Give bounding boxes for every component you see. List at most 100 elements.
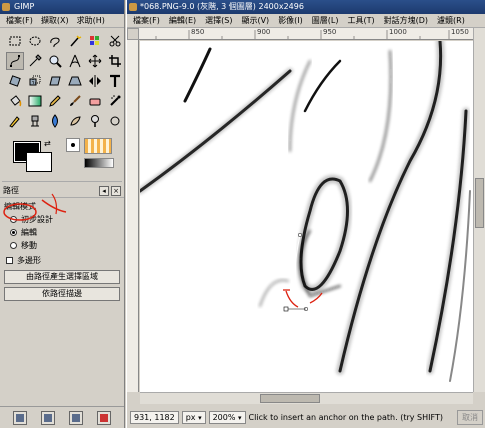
ruler-ticks — [155, 30, 450, 39]
crop-icon[interactable] — [106, 52, 124, 70]
menu-view[interactable]: 顯示(V) — [237, 14, 273, 27]
zoom-icon[interactable] — [46, 52, 64, 70]
smudge-icon[interactable] — [66, 112, 84, 130]
blend-icon[interactable] — [26, 92, 44, 110]
radio-off[interactable] — [10, 242, 17, 249]
status-bar: 931, 1182 px ▾ 200% ▾ Click to insert an… — [127, 406, 485, 428]
delete-options-icon[interactable] — [69, 410, 83, 425]
vertical-scrollbar[interactable] — [473, 28, 485, 392]
dock-bottom-bar — [0, 406, 124, 428]
color-select-icon[interactable] — [86, 32, 104, 50]
dock-menu-icon[interactable]: ◂ — [99, 185, 109, 196]
horizontal-scrollbar[interactable] — [140, 392, 473, 404]
radio-on[interactable] — [10, 229, 17, 236]
menu-acquire[interactable]: 擷取(X) — [38, 14, 72, 27]
paths-dock-header: 路徑 ◂ × — [0, 184, 124, 198]
menu-filters[interactable]: 濾鏡(R) — [433, 14, 469, 27]
background-color[interactable] — [26, 152, 52, 172]
image-title: *068.PNG-9.0 (灰階, 3 個圖層) 2400x2496 — [140, 2, 304, 11]
divider — [2, 178, 122, 182]
stroke-path-button[interactable]: 依路徑描邊 — [4, 287, 120, 301]
cancel-button[interactable]: 取消 — [457, 409, 483, 425]
color-area: ⇄ — [4, 136, 120, 178]
save-options-icon[interactable] — [13, 410, 27, 425]
toolbox-window: GIMP 檔案(F) 擷取(X) 求助(H) ⇄ 路徑 ◂ × 編輯模式 初步設… — [0, 0, 125, 428]
clone-icon[interactable] — [26, 112, 44, 130]
menu-tools[interactable]: 工具(T) — [344, 14, 379, 27]
mode-move[interactable]: 移動 — [10, 240, 120, 251]
toolbox-menubar: 檔案(F) 擷取(X) 求助(H) — [0, 14, 124, 28]
zoom-select[interactable]: 200% ▾ — [208, 410, 246, 424]
unit-select[interactable]: px ▾ — [181, 410, 206, 424]
brush-preview[interactable] — [66, 138, 80, 152]
image-menubar: 檔案(F) 編輯(E) 選擇(S) 顯示(V) 影像(I) 圖層(L) 工具(T… — [127, 14, 485, 28]
gradient-preview[interactable] — [84, 158, 114, 168]
mode-edit[interactable]: 編輯 — [10, 227, 120, 238]
menu-image[interactable]: 影像(I) — [274, 14, 307, 27]
text-icon[interactable] — [106, 72, 124, 90]
checkbox[interactable] — [6, 257, 13, 264]
dock-close-icon[interactable]: × — [111, 185, 121, 196]
menu-layer[interactable]: 圖層(L) — [308, 14, 343, 27]
sketch-artwork — [140, 41, 471, 382]
menu-file[interactable]: 檔案(F) — [3, 14, 36, 27]
ruler-corner[interactable] — [127, 28, 139, 40]
rect-select-icon[interactable] — [6, 32, 24, 50]
rotate-icon[interactable] — [6, 72, 24, 90]
chevron-down-icon: ▾ — [198, 413, 202, 422]
mode-design[interactable]: 初步設計 — [10, 214, 120, 225]
selection-from-path-button[interactable]: 由路徑產生選擇區域 — [4, 270, 120, 284]
polygon-checkbox[interactable]: 多邊形 — [6, 255, 120, 266]
pointer-coords: 931, 1182 — [130, 410, 179, 424]
fuzzy-select-icon[interactable] — [66, 32, 84, 50]
gimp-icon — [2, 3, 10, 11]
eraser-icon[interactable] — [86, 92, 104, 110]
menu-file[interactable]: 檔案(F) — [129, 14, 164, 27]
menu-dialogs[interactable]: 對話方塊(D) — [380, 14, 432, 27]
dodge-icon[interactable] — [86, 112, 104, 130]
scale-icon[interactable] — [26, 72, 44, 90]
swap-colors-icon[interactable]: ⇄ — [44, 139, 51, 148]
scroll-thumb[interactable] — [260, 394, 320, 403]
measure-icon[interactable] — [66, 52, 84, 70]
paintbrush-icon[interactable] — [66, 92, 84, 110]
paths-icon[interactable] — [6, 52, 24, 70]
reset-options-icon[interactable] — [97, 410, 111, 425]
edit-mode-label: 編輯模式 — [4, 202, 36, 211]
ellipse-select-icon[interactable] — [26, 32, 44, 50]
move-icon[interactable] — [86, 52, 104, 70]
unknown-icon[interactable] — [106, 112, 124, 130]
convolve-icon[interactable] — [46, 112, 64, 130]
shear-icon[interactable] — [46, 72, 64, 90]
menu-edit[interactable]: 編輯(E) — [165, 14, 200, 27]
restore-options-icon[interactable] — [41, 410, 55, 425]
desktop: GIMP 檔案(F) 擷取(X) 求助(H) ⇄ 路徑 ◂ × 編輯模式 初步設… — [0, 0, 485, 428]
scissors-icon[interactable] — [106, 32, 124, 50]
pattern-preview[interactable] — [84, 138, 112, 154]
ink-icon[interactable] — [6, 112, 24, 130]
vertical-ruler[interactable] — [127, 40, 139, 392]
flip-icon[interactable] — [86, 72, 104, 90]
toolbox-titlebar: GIMP — [0, 0, 124, 14]
perspective-icon[interactable] — [66, 72, 84, 90]
image-window: *068.PNG-9.0 (灰階, 3 個圖層) 2400x2496 檔案(F)… — [126, 0, 485, 428]
pencil-icon[interactable] — [46, 92, 64, 110]
status-message: Click to insert an anchor on the path. (… — [248, 412, 443, 422]
bucket-fill-icon[interactable] — [6, 92, 24, 110]
radio-off[interactable] — [10, 216, 17, 223]
menu-help[interactable]: 求助(H) — [74, 14, 108, 27]
lasso-icon[interactable] — [46, 32, 64, 50]
image-canvas[interactable] — [140, 41, 473, 392]
toolbox-title: GIMP — [14, 2, 35, 11]
color-picker-icon[interactable] — [26, 52, 44, 70]
horizontal-ruler[interactable]: 850 900 950 1000 1050 — [139, 28, 473, 40]
tool-grid — [0, 28, 124, 132]
paths-options: 編輯模式 初步設計 編輯 移動 多邊形 由路徑產生選擇區域 依路徑描邊 — [0, 198, 124, 304]
image-titlebar: *068.PNG-9.0 (灰階, 3 個圖層) 2400x2496 — [127, 0, 485, 14]
paths-dock-title: 路徑 — [3, 186, 19, 195]
menu-select[interactable]: 選擇(S) — [201, 14, 236, 27]
scroll-thumb[interactable] — [475, 178, 484, 228]
airbrush-icon[interactable] — [106, 92, 124, 110]
chevron-down-icon: ▾ — [238, 413, 242, 422]
gimp-icon — [129, 3, 137, 11]
